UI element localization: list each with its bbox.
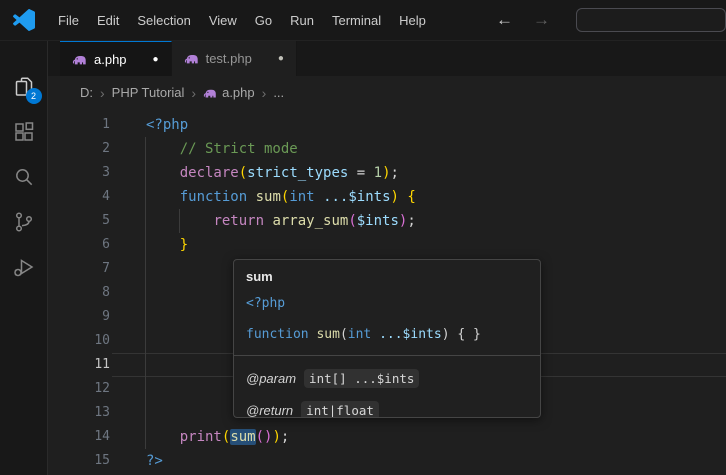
line-number: 14 bbox=[48, 425, 110, 449]
tab-bar: a.php ● test.php ● bbox=[48, 41, 726, 76]
breadcrumb: D: › PHP Tutorial › a.php › ... bbox=[48, 76, 726, 109]
line-number: 7 bbox=[48, 257, 110, 281]
command-center-search-input[interactable] bbox=[576, 8, 726, 32]
line-content: declare(strict_types = 1); bbox=[146, 161, 399, 185]
menu-edit[interactable]: Edit bbox=[88, 9, 128, 32]
line-number: 8 bbox=[48, 281, 110, 305]
line-number: 4 bbox=[48, 185, 110, 209]
code-line-4[interactable]: 4 function sum(int ...$ints) { bbox=[48, 185, 726, 209]
php-file-icon bbox=[72, 52, 87, 67]
line-content: } bbox=[146, 233, 188, 257]
php-file-icon bbox=[203, 86, 217, 100]
tab-test.php[interactable]: test.php ● bbox=[172, 41, 297, 76]
code-line-1[interactable]: 1 <?php bbox=[48, 113, 726, 137]
line-number: 12 bbox=[48, 377, 110, 401]
code-line-5[interactable]: 5 return array_sum($ints); bbox=[48, 209, 726, 233]
modified-dot-icon[interactable]: ● bbox=[278, 53, 284, 64]
hover-tag-row: @return int|float bbox=[246, 401, 528, 418]
explorer-badge: 2 bbox=[26, 88, 42, 104]
breadcrumb-item[interactable]: D: bbox=[80, 85, 93, 100]
line-number: 10 bbox=[48, 329, 110, 353]
breadcrumb-item[interactable]: a.php bbox=[203, 85, 255, 100]
hover-tag-code: int[] ...$ints bbox=[304, 369, 419, 388]
code-line-2[interactable]: 2 // Strict mode bbox=[48, 137, 726, 161]
breadcrumb-separator: › bbox=[191, 85, 196, 101]
hover-tag-label: @return bbox=[246, 403, 293, 418]
line-number: 15 bbox=[48, 449, 110, 473]
hover-signature-line: function sum(int ...$ints) { } bbox=[246, 324, 528, 346]
line-content: return array_sum($ints); bbox=[146, 209, 416, 233]
line-content: <?php bbox=[146, 113, 188, 137]
line-number: 13 bbox=[48, 401, 110, 425]
hover-symbol-name: sum bbox=[246, 269, 528, 284]
line-number: 2 bbox=[48, 137, 110, 161]
hover-tag-label: @param bbox=[246, 371, 296, 386]
line-number: 1 bbox=[48, 113, 110, 137]
line-number: 11 bbox=[48, 353, 110, 377]
word-highlight: sum bbox=[230, 429, 255, 445]
hover-tag-row: @param int[] ...$ints bbox=[246, 369, 528, 388]
menu-bar: FileEditSelectionViewGoRunTerminalHelp bbox=[49, 9, 435, 32]
navigate-back-icon[interactable]: ← bbox=[486, 10, 523, 30]
breadcrumb-separator: › bbox=[262, 85, 267, 101]
menu-help[interactable]: Help bbox=[390, 9, 435, 32]
search-icon[interactable] bbox=[0, 154, 48, 199]
title-bar: FileEditSelectionViewGoRunTerminalHelp ←… bbox=[0, 0, 726, 41]
breadcrumb-item[interactable]: PHP Tutorial bbox=[112, 85, 185, 100]
line-number: 9 bbox=[48, 305, 110, 329]
tab-label: a.php bbox=[94, 52, 127, 67]
line-content: print(sum()); bbox=[146, 425, 289, 449]
menu-file[interactable]: File bbox=[49, 9, 88, 32]
hover-divider bbox=[234, 355, 540, 356]
code-line-15[interactable]: 15 ?> bbox=[48, 449, 726, 473]
source-control-icon[interactable] bbox=[0, 199, 48, 244]
menu-run[interactable]: Run bbox=[281, 9, 323, 32]
tab-label: test.php bbox=[206, 51, 252, 66]
line-number: 6 bbox=[48, 233, 110, 257]
breadcrumb-separator: › bbox=[100, 85, 105, 101]
explorer-icon[interactable]: 2 bbox=[0, 64, 48, 109]
line-content: ?> bbox=[146, 449, 163, 473]
code-line-6[interactable]: 6 } bbox=[48, 233, 726, 257]
vscode-logo bbox=[13, 9, 35, 31]
activity-bar: 2 bbox=[0, 41, 48, 475]
line-number: 5 bbox=[48, 209, 110, 233]
line-content: function sum(int ...$ints) { bbox=[146, 185, 416, 209]
run-debug-icon[interactable] bbox=[0, 244, 48, 289]
navigate-forward-icon[interactable]: → bbox=[523, 10, 560, 30]
code-line-3[interactable]: 3 declare(strict_types = 1); bbox=[48, 161, 726, 185]
breadcrumb-item[interactable]: ... bbox=[273, 85, 284, 100]
hover-tag-code: int|float bbox=[301, 401, 379, 418]
menu-view[interactable]: View bbox=[200, 9, 246, 32]
menu-selection[interactable]: Selection bbox=[128, 9, 199, 32]
line-number: 3 bbox=[48, 161, 110, 185]
extensions-icon[interactable] bbox=[0, 109, 48, 154]
hover-signature-line: <?php bbox=[246, 293, 528, 315]
php-file-icon bbox=[184, 51, 199, 66]
line-content: // Strict mode bbox=[146, 137, 298, 161]
tab-a.php[interactable]: a.php ● bbox=[60, 41, 172, 76]
modified-dot-icon[interactable]: ● bbox=[153, 54, 159, 65]
hover-tooltip: sum <?phpfunction sum(int ...$ints) { } … bbox=[233, 259, 541, 418]
code-line-14[interactable]: 14 print(sum()); bbox=[48, 425, 726, 449]
menu-go[interactable]: Go bbox=[246, 9, 281, 32]
menu-terminal[interactable]: Terminal bbox=[323, 9, 390, 32]
